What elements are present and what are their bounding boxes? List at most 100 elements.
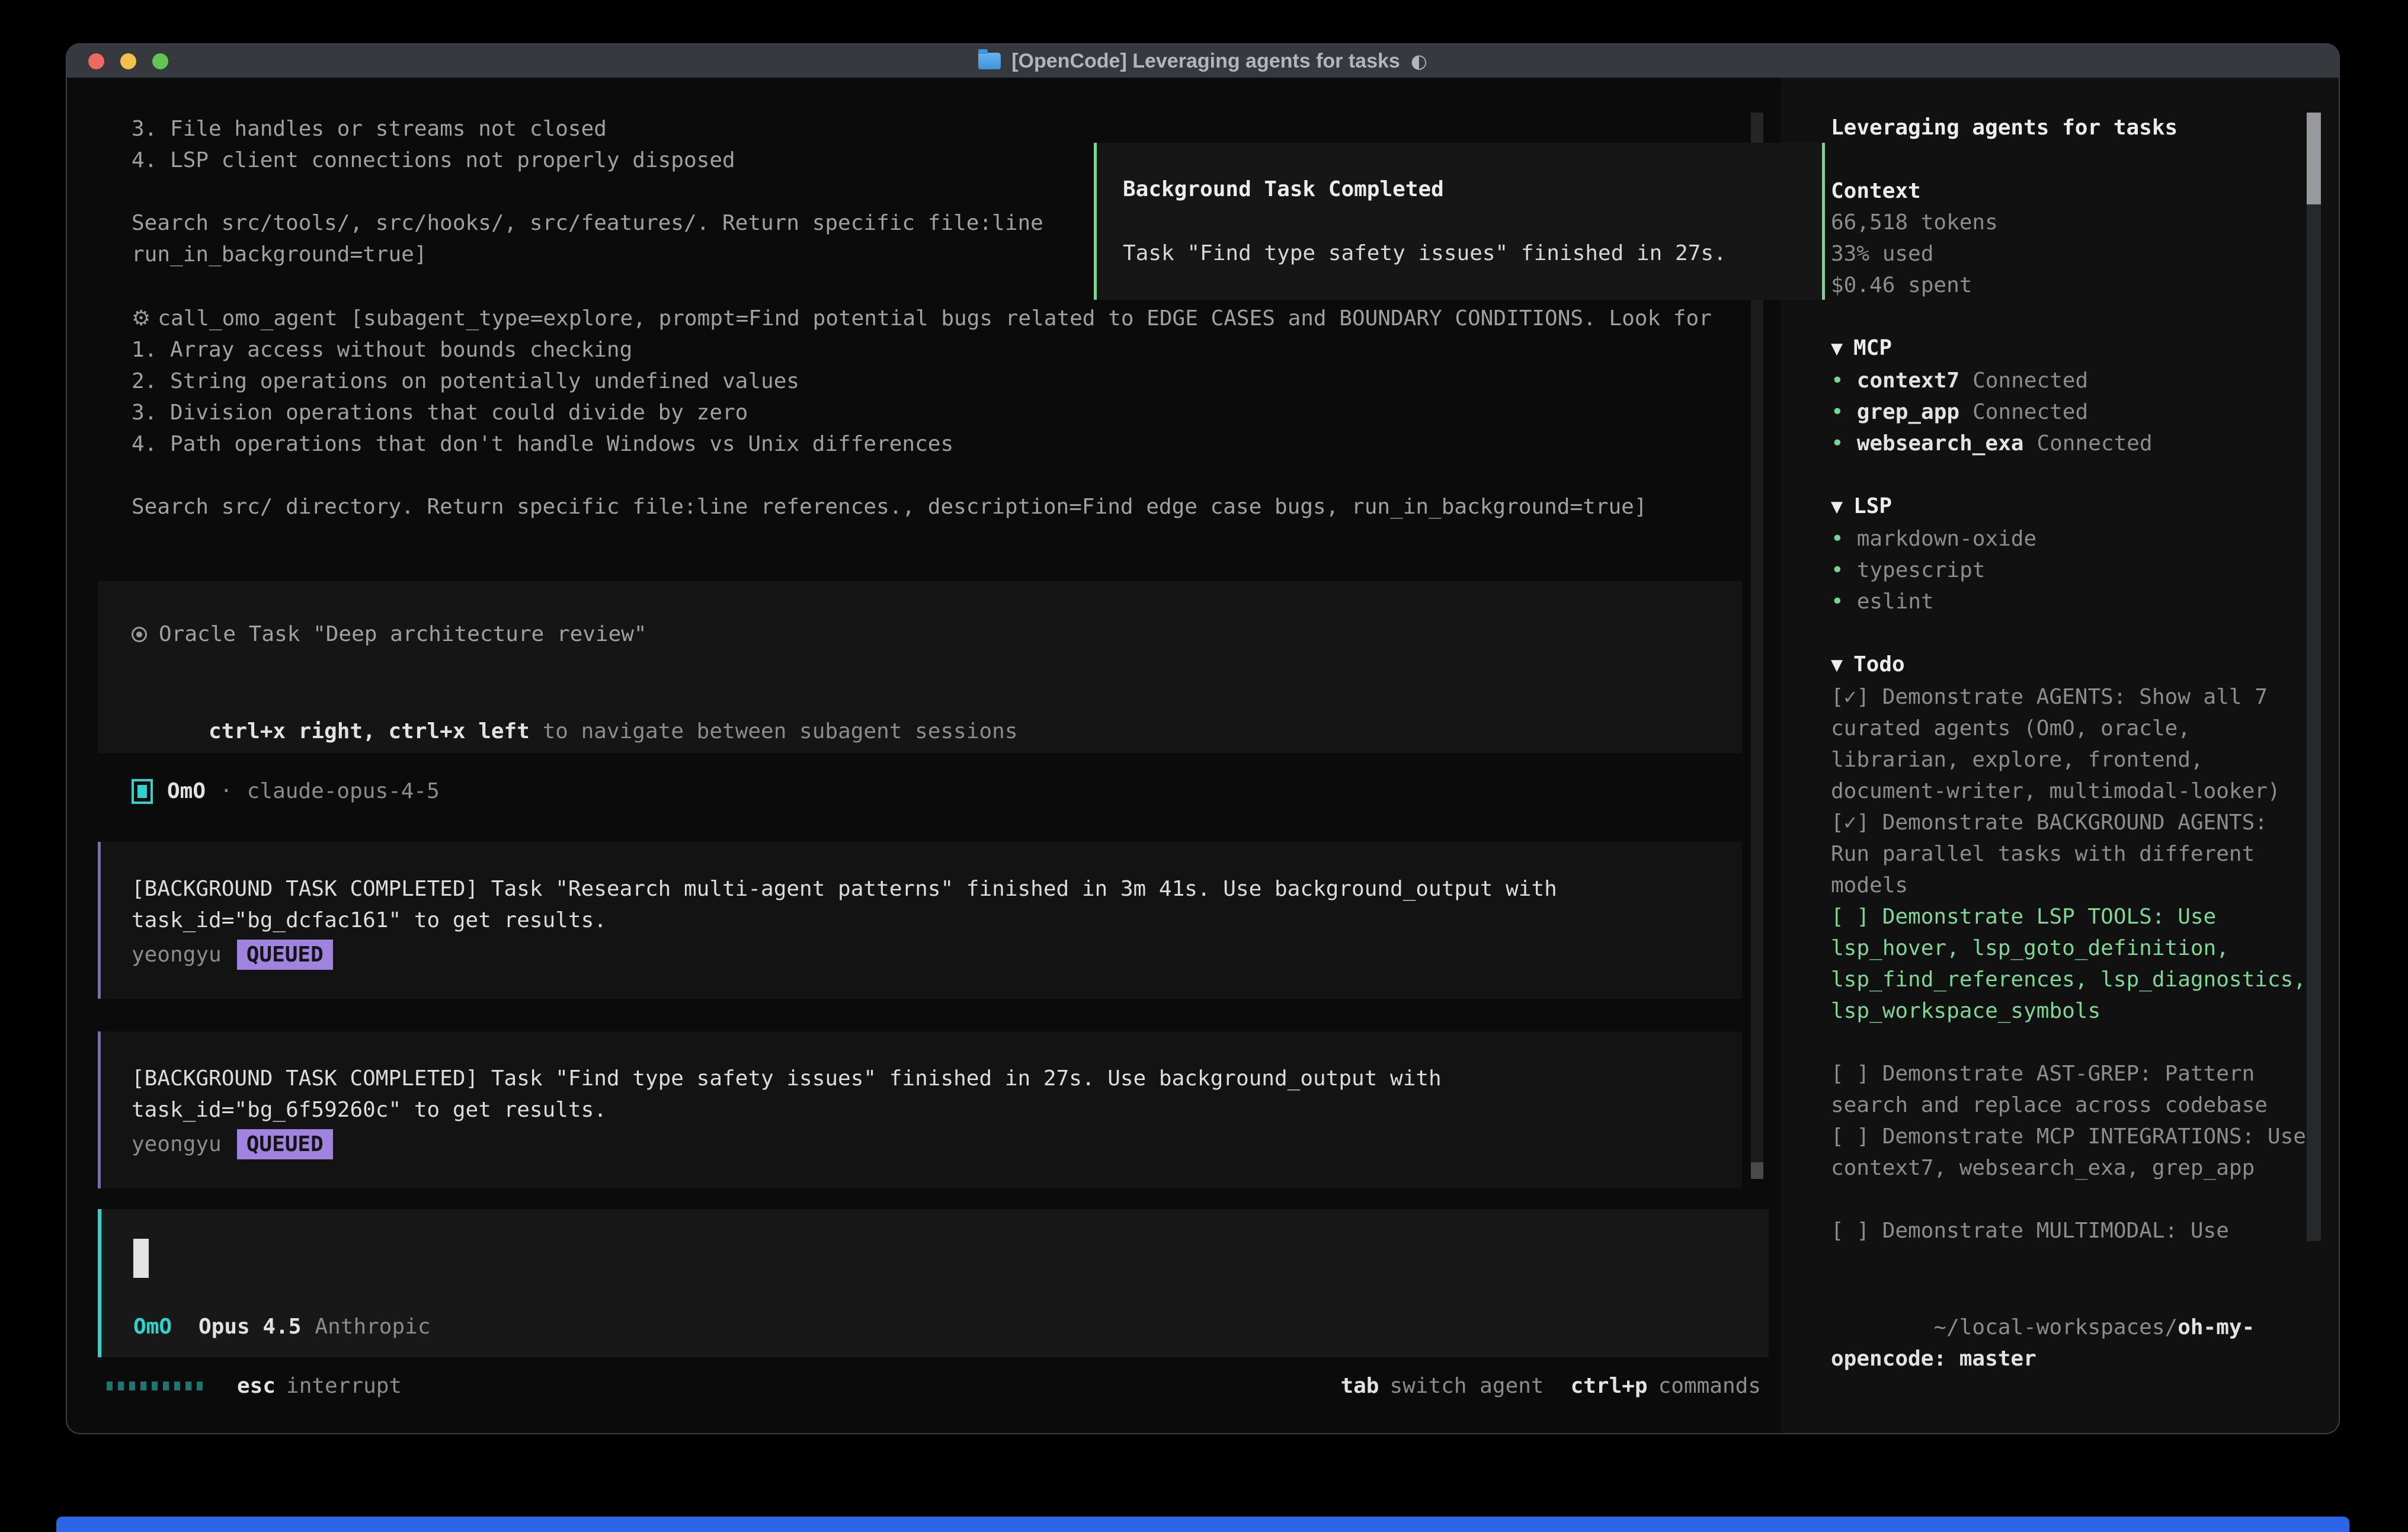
transcript-line: Search src/tools/, src/hooks/, src/featu… <box>132 207 1043 239</box>
ctrlp-key-hint: ctrl+p <box>1571 1374 1648 1398</box>
todo-heading[interactable]: ▼Todo <box>1831 649 2312 681</box>
lsp-item: •markdown-oxide <box>1831 523 2312 555</box>
context-tokens: 66,518 tokens <box>1831 207 2312 238</box>
status-badge: QUEUED <box>237 940 333 970</box>
activity-dots <box>107 1382 203 1390</box>
zoom-window-button[interactable] <box>152 53 168 69</box>
close-window-button[interactable] <box>88 53 104 69</box>
traffic-lights <box>88 53 168 69</box>
agent-checkbox-icon <box>132 779 153 804</box>
tool-call-line: call_omo_agent [subagent_type=explore, p… <box>158 306 1712 331</box>
message-block: [BACKGROUND TASK COMPLETED] Task "Resear… <box>98 842 1742 999</box>
oracle-task-label: Oracle Task "Deep architecture review" <box>159 618 647 650</box>
transcript-line: 3. File handles or streams not closed <box>132 113 1043 145</box>
tool-call-line: 1. Array access without bounds checking <box>132 334 1712 366</box>
status-bar: esc interrupt tab switch agent ctrl+p co… <box>98 1374 1769 1398</box>
sidebar-scrollbar-thumb[interactable] <box>2307 113 2321 204</box>
todo-item-pending: [ ] Demonstrate AST-GREP: Pattern search… <box>1831 1058 2312 1121</box>
input-agent-name[interactable]: OmO <box>133 1315 172 1339</box>
half-circle-icon: ◐ <box>1411 50 1427 72</box>
lsp-section: ▼LSP •markdown-oxide •typescript •eslint <box>1831 491 2312 617</box>
message-author: yeongyu <box>132 1132 222 1156</box>
lsp-item: •eslint <box>1831 586 2312 617</box>
message-line: task_id="bg_6f59260c" to get results. <box>132 1094 1742 1126</box>
main-scrollbar-thumb[interactable] <box>1751 1162 1763 1179</box>
background-task-notification: Background Task Completed Task "Find typ… <box>1094 143 1825 300</box>
input-model-provider: Anthropic <box>315 1315 430 1339</box>
minimize-window-button[interactable] <box>120 53 136 69</box>
transcript-top: 3. File handles or streams not closed 4.… <box>132 113 1043 270</box>
context-heading: Context <box>1831 175 2312 207</box>
status-dot-icon: • <box>1831 589 1844 614</box>
tool-call-line: Search src/ directory. Return specific f… <box>132 491 1712 523</box>
todo-item-active: [ ] Demonstrate LSP TOOLS: Use lsp_hover… <box>1831 901 2312 1027</box>
window-title-row: [OpenCode] Leveraging agents for tasks ◐ <box>978 50 1427 73</box>
agent-name: OmO <box>167 775 206 807</box>
sidebar: Leveraging agents for tasks Context 66,5… <box>1781 78 2339 1433</box>
titlebar[interactable]: [OpenCode] Leveraging agents for tasks ◐ <box>67 44 2339 78</box>
sidebar-footer: ~/local-workspaces/oh-my-opencode: maste… <box>1831 1280 2312 1433</box>
chevron-down-icon: ▼ <box>1831 340 1843 358</box>
message-line: [BACKGROUND TASK COMPLETED] Task "Resear… <box>132 873 1742 905</box>
gear-icon: ⚙ <box>132 306 150 331</box>
prompt-input[interactable]: OmO Opus 4.5 Anthropic <box>98 1209 1769 1357</box>
status-dot-icon: • <box>1831 558 1844 582</box>
lsp-item: •typescript <box>1831 555 2312 586</box>
message-line: [BACKGROUND TASK COMPLETED] Task "Find t… <box>132 1063 1742 1094</box>
esc-key-label: interrupt <box>286 1374 402 1398</box>
todo-item-done: [✓] Demonstrate BACKGROUND AGENTS: Run p… <box>1831 807 2312 901</box>
transcript-line: run_in_background=true] <box>132 239 1043 270</box>
notification-body: Task "Find type safety issues" finished … <box>1123 238 1822 269</box>
message-block: [BACKGROUND TASK COMPLETED] Task "Find t… <box>98 1031 1742 1188</box>
transcript-line: 4. LSP client connections not properly d… <box>132 145 1043 176</box>
status-dot-icon: • <box>1831 400 1844 424</box>
status-dot-icon: • <box>1831 527 1844 551</box>
lsp-heading[interactable]: ▼LSP <box>1831 491 2312 523</box>
context-used: 33% used <box>1831 238 2312 270</box>
message-author: yeongyu <box>132 943 222 967</box>
oracle-hint-keys: ctrl+x right, ctrl+x left <box>209 719 530 743</box>
text-cursor <box>133 1239 149 1278</box>
agent-session-header[interactable]: OmO · claude-opus-4-5 <box>132 775 440 807</box>
esc-key-hint: esc <box>237 1374 276 1398</box>
todo-item-pending: [ ] Demonstrate MCP INTEGRATIONS: Use co… <box>1831 1121 2312 1184</box>
status-dot-icon: • <box>1831 368 1844 393</box>
fisheye-icon <box>132 627 147 642</box>
todo-section: ▼Todo [✓] Demonstrate AGENTS: Show all 7… <box>1831 649 2312 1246</box>
sidebar-scrollbar[interactable] <box>2307 113 2321 1241</box>
tool-call-line: 2. String operations on potentially unde… <box>132 366 1712 397</box>
folder-icon <box>978 53 1001 69</box>
status-badge: QUEUED <box>237 1129 333 1159</box>
workspace-path: ~/local-workspaces/oh-my-opencode: maste… <box>1831 1280 2312 1406</box>
mcp-item: •grep_appConnected <box>1831 396 2312 428</box>
tool-call-line: 3. Division operations that could divide… <box>132 397 1712 428</box>
mcp-heading[interactable]: ▼MCP <box>1831 332 2312 365</box>
transcript-line <box>132 176 1043 207</box>
window-title: [OpenCode] Leveraging agents for tasks <box>1011 50 1400 73</box>
todo-item-done: [✓] Demonstrate AGENTS: Show all 7 curat… <box>1831 681 2312 807</box>
status-dot-icon: • <box>1831 431 1844 456</box>
session-title: Leveraging agents for tasks <box>1831 112 2312 143</box>
notification-title: Background Task Completed <box>1123 174 1822 205</box>
oracle-task-box[interactable]: Oracle Task "Deep architecture review" c… <box>98 581 1742 753</box>
mcp-section: ▼MCP •context7Connected •grep_appConnect… <box>1831 332 2312 459</box>
input-model-name[interactable]: Opus 4.5 <box>198 1315 301 1339</box>
chevron-down-icon: ▼ <box>1831 498 1843 516</box>
separator-dot: · <box>220 775 233 807</box>
background-window-strip <box>56 1517 2349 1532</box>
tool-call-line: 4. Path operations that don't handle Win… <box>132 428 1712 460</box>
mcp-item: •websearch_exaConnected <box>1831 428 2312 459</box>
tool-call-block: ⚙ call_omo_agent [subagent_type=explore, … <box>132 303 1712 523</box>
chevron-down-icon: ▼ <box>1831 656 1843 674</box>
ctrlp-key-label: commands <box>1658 1374 1761 1398</box>
todo-item-pending: [ ] Demonstrate MULTIMODAL: Use <box>1831 1215 2312 1246</box>
oracle-hint-text: to navigate between subagent sessions <box>530 719 1018 743</box>
mcp-item: •context7Connected <box>1831 365 2312 396</box>
context-spent: $0.46 spent <box>1831 270 2312 301</box>
agent-model: claude-opus-4-5 <box>247 775 440 807</box>
sidebar-scroll-area: Leveraging agents for tasks Context 66,5… <box>1831 112 2312 1278</box>
tab-key-hint: tab <box>1340 1374 1379 1398</box>
tool-call-line <box>132 460 1712 491</box>
message-line: task_id="bg_dcfac161" to get results. <box>132 905 1742 936</box>
tab-key-label: switch agent <box>1389 1374 1544 1398</box>
